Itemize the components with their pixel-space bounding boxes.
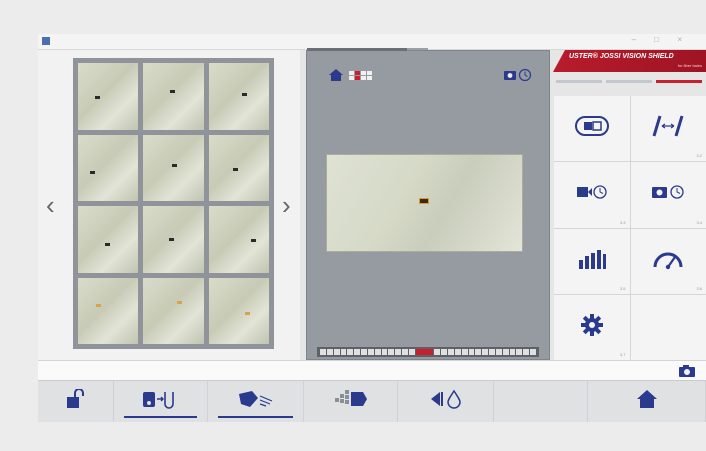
brand-subtitle: for fiber bales bbox=[677, 63, 702, 68]
vision-shield-icon bbox=[574, 115, 610, 142]
tile-code: 3.6 bbox=[696, 285, 702, 291]
defect-marker bbox=[232, 167, 238, 171]
camera-switch-button[interactable] bbox=[114, 381, 208, 422]
application-window: – □ × ‹ › USTER® JOSSI VISION SHIELD for… bbox=[38, 34, 706, 422]
tile-code: 3.4 bbox=[696, 219, 702, 225]
thumbnail-grid bbox=[73, 58, 274, 349]
camera-icon[interactable] bbox=[678, 364, 696, 378]
bottom-toolbar bbox=[38, 380, 706, 422]
brand-title: USTER® JOSSI VISION SHIELD bbox=[569, 53, 674, 60]
image-timeline-scrubber[interactable] bbox=[317, 347, 539, 357]
previous-page-button[interactable]: ‹ bbox=[46, 190, 55, 221]
video-timer-icon bbox=[576, 183, 608, 206]
brand-banner: USTER® JOSSI VISION SHIELD for fiber bal… bbox=[553, 50, 706, 72]
defect-thumbnail[interactable] bbox=[208, 277, 269, 344]
defect-marker bbox=[170, 89, 176, 93]
home-icon[interactable] bbox=[329, 69, 343, 81]
unlock-button[interactable] bbox=[38, 381, 114, 422]
defect-marker bbox=[419, 198, 429, 204]
tile-camera-timer[interactable]: 3.4 bbox=[630, 162, 706, 228]
defect-marker bbox=[105, 242, 111, 246]
tile-statistics[interactable]: 3.5 bbox=[554, 228, 630, 294]
settings-gear-icon bbox=[580, 313, 603, 341]
fiber-matrix-icon bbox=[333, 388, 369, 415]
defect-marker bbox=[244, 312, 250, 316]
defect-marker bbox=[250, 239, 256, 243]
function-tile-grid: 3.2 3.3 3.4 3.5 3.6 3.7 bbox=[554, 96, 706, 360]
defect-thumbnail[interactable] bbox=[78, 206, 139, 273]
hand-scan-icon bbox=[236, 388, 276, 415]
camera-timer-icon bbox=[651, 183, 685, 206]
selected-defect-image[interactable] bbox=[326, 154, 523, 252]
grid-view-toggle-icon[interactable] bbox=[349, 71, 372, 80]
defect-thumbnail[interactable] bbox=[208, 134, 269, 201]
tile-empty bbox=[630, 294, 706, 360]
defect-marker bbox=[241, 92, 247, 96]
defect-thumbnail[interactable] bbox=[78, 277, 139, 344]
viewer-tab-indicator bbox=[307, 48, 407, 51]
tile-code: 3.5 bbox=[619, 285, 626, 291]
defect-marker bbox=[168, 237, 174, 241]
home-button[interactable] bbox=[588, 381, 706, 422]
defect-marker bbox=[96, 304, 102, 308]
next-page-button[interactable]: › bbox=[282, 190, 291, 221]
defect-thumbnail[interactable] bbox=[78, 63, 139, 130]
defect-thumbnail[interactable] bbox=[208, 206, 269, 273]
eject-drop-button[interactable] bbox=[398, 381, 494, 422]
tile-video-timer[interactable]: 3.3 bbox=[554, 162, 630, 228]
tile-code: 3.3 bbox=[619, 219, 626, 225]
defect-thumbnail[interactable] bbox=[78, 134, 139, 201]
home-icon bbox=[636, 389, 658, 414]
statistics-icon bbox=[577, 248, 607, 275]
tile-vision-shield[interactable] bbox=[554, 96, 630, 162]
fiber-matrix-button[interactable] bbox=[304, 381, 398, 422]
calibration-icon bbox=[651, 114, 685, 143]
hand-scan-button[interactable] bbox=[208, 381, 304, 422]
defect-thumbnail[interactable] bbox=[143, 277, 204, 344]
toolbar-empty-slot bbox=[494, 381, 588, 422]
defect-thumbnail[interactable] bbox=[143, 206, 204, 273]
status-bar bbox=[38, 360, 706, 380]
app-icon bbox=[42, 37, 50, 45]
unlock-icon bbox=[65, 388, 87, 414]
camera-timer-icon[interactable] bbox=[503, 68, 533, 82]
tile-performance-gauge[interactable]: 3.6 bbox=[630, 228, 706, 294]
camera-switch-icon bbox=[139, 389, 183, 414]
tile-code: 3.7 bbox=[619, 352, 626, 357]
defect-marker bbox=[172, 164, 178, 168]
window-controls[interactable]: – □ × bbox=[632, 35, 690, 44]
defect-marker bbox=[90, 171, 96, 175]
defect-marker bbox=[94, 96, 100, 100]
tile-settings-gear[interactable]: 3.7 bbox=[554, 294, 630, 360]
performance-gauge-icon bbox=[652, 247, 684, 276]
image-viewer bbox=[306, 48, 550, 360]
tile-calibration[interactable]: 3.2 bbox=[630, 96, 706, 162]
eject-drop-icon bbox=[428, 388, 464, 415]
defect-thumbnail[interactable] bbox=[143, 63, 204, 130]
defect-marker bbox=[176, 300, 182, 304]
section-progress-strip bbox=[556, 80, 702, 83]
defect-thumbnail[interactable] bbox=[143, 134, 204, 201]
defect-thumbnail[interactable] bbox=[208, 63, 269, 130]
tile-code: 3.2 bbox=[696, 153, 702, 159]
thumbnail-panel: ‹ › bbox=[38, 50, 300, 360]
